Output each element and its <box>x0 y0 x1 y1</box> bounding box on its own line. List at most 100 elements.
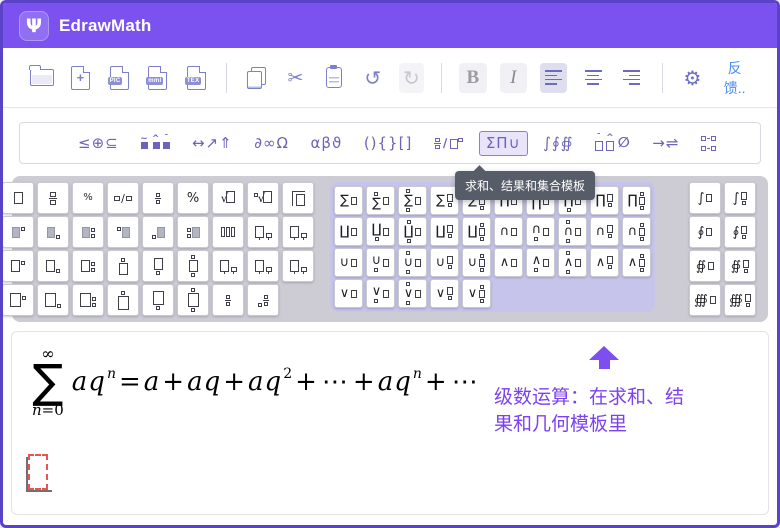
template-coproduct-p[interactable]: ∐ <box>334 217 363 246</box>
template-pct[interactable]: % <box>177 182 209 214</box>
template-union-rs[interactable]: ∪ <box>430 248 459 277</box>
equation-canvas[interactable]: ∞ ∑ n=0 aqn=a+aq+aq2+⋯+aqn+⋯ 级数运算：在求和、结 … <box>11 331 769 515</box>
template-b-supsub[interactable] <box>72 250 104 282</box>
template-logical-or-b[interactable]: ∨ <box>366 279 395 308</box>
template-triple-box[interactable] <box>212 216 244 248</box>
template-product-rss[interactable]: ∏ <box>622 186 651 215</box>
template-uu[interactable] <box>247 250 279 282</box>
template-sqrt[interactable]: √ <box>212 182 244 214</box>
template-uu[interactable] <box>282 250 314 282</box>
category-integral-templates[interactable]: ∫∮∯ <box>537 132 579 155</box>
template-uu[interactable] <box>247 216 279 248</box>
template-logical-and-ab[interactable]: ∧ <box>558 248 587 277</box>
template-g-sup[interactable] <box>2 216 34 248</box>
template-logical-or-rss[interactable]: ∨ <box>462 279 491 308</box>
open-file-button[interactable] <box>29 63 55 93</box>
template-slash-frac[interactable]: ∕ <box>107 182 139 214</box>
export-pic-button[interactable]: PIC <box>106 63 132 93</box>
template-sum-p[interactable]: ∑ <box>334 186 363 215</box>
template-g-presupsub[interactable] <box>177 216 209 248</box>
new-document-button[interactable]: + <box>68 63 94 93</box>
empty-placeholder-cursor[interactable] <box>26 454 48 492</box>
template-logical-or-ab[interactable]: ∨ <box>398 279 427 308</box>
paste-button[interactable] <box>321 63 347 93</box>
template-logical-and-b[interactable]: ∧ <box>526 248 555 277</box>
template-coproduct-rs[interactable]: ∐ <box>430 217 459 246</box>
category-fraction-radical-templates[interactable]: ∕ <box>428 133 469 153</box>
template-L-sub[interactable] <box>37 284 69 316</box>
template-contour-integral-rs[interactable]: ∮ <box>724 216 756 248</box>
template-L-sup[interactable] <box>2 284 34 316</box>
template-intersection-ab[interactable]: ∩ <box>558 217 587 246</box>
category-bar-hat-templates[interactable]: ˉ^∅ <box>589 132 637 155</box>
category-labeled-arrow-templates[interactable]: →⇌ <box>646 132 685 155</box>
template-L-overunder[interactable] <box>177 284 209 316</box>
template-b-overunder[interactable] <box>177 250 209 282</box>
template-surface-integral-rs[interactable]: ∯ <box>724 250 756 282</box>
template-g-presup[interactable] <box>107 216 139 248</box>
template-b-sup[interactable] <box>2 250 34 282</box>
category-accent-symbols[interactable]: ~^ˉ <box>134 133 176 153</box>
template-g-supsub[interactable] <box>72 216 104 248</box>
template-intersection-rs[interactable]: ∩ <box>590 217 619 246</box>
redo-button[interactable]: ↻ <box>399 63 425 93</box>
copy-button[interactable] <box>244 63 270 93</box>
export-tex-button[interactable]: TEX <box>184 63 210 93</box>
template-L-over[interactable] <box>107 284 139 316</box>
template-contour-integral-p[interactable]: ∮ <box>689 216 721 248</box>
template-long-div[interactable] <box>282 182 314 214</box>
template-frac-sm[interactable] <box>142 182 174 214</box>
template-union-p[interactable]: ∪ <box>334 248 363 277</box>
template-box[interactable] <box>2 182 34 214</box>
category-matrix-templates[interactable] <box>695 132 722 155</box>
template-integral-rs[interactable]: ∫ <box>724 182 756 214</box>
category-greek-letters[interactable]: αβϑ <box>305 132 349 155</box>
align-left-button[interactable] <box>540 63 567 93</box>
template-L-under[interactable] <box>142 284 174 316</box>
template-coproduct-ab[interactable]: ∐ <box>398 217 427 246</box>
template-logical-or-rs[interactable]: ∨ <box>430 279 459 308</box>
bold-button[interactable]: B <box>459 63 486 93</box>
cut-button[interactable]: ✂ <box>283 63 309 93</box>
export-mml-button[interactable]: mml <box>145 63 171 93</box>
template-b-over[interactable] <box>107 250 139 282</box>
template-b-sub[interactable] <box>37 250 69 282</box>
align-right-button[interactable] <box>619 63 645 93</box>
italic-button[interactable]: I <box>500 63 527 93</box>
align-center-button[interactable] <box>580 63 606 93</box>
template-frac[interactable] <box>37 182 69 214</box>
template-logical-or-p[interactable]: ∨ <box>334 279 363 308</box>
template-sum-ab[interactable]: ∑ <box>398 186 427 215</box>
template-coproduct-rss[interactable]: ∐ <box>462 217 491 246</box>
template-uu[interactable] <box>282 216 314 248</box>
settings-button[interactable]: ⚙ <box>680 63 706 93</box>
category-sum-product-set-templates[interactable]: ΣΠ∪ <box>479 131 528 156</box>
template-g-sub[interactable] <box>37 216 69 248</box>
template-frac-mini[interactable] <box>212 284 244 316</box>
category-bracket-templates[interactable]: (){}[] <box>358 132 419 155</box>
template-logical-and-rss[interactable]: ∧ <box>622 248 651 277</box>
template-volume-integral-rs[interactable]: ∰ <box>724 284 756 316</box>
template-intersection-b[interactable]: ∩ <box>526 217 555 246</box>
template-union-b[interactable]: ∪ <box>366 248 395 277</box>
category-relation-symbols[interactable]: ≤⊕⊆ <box>72 132 125 155</box>
template-union-rss[interactable]: ∪ <box>462 248 491 277</box>
category-misc-symbols[interactable]: ∂∞Ω <box>248 132 295 155</box>
template-intersection-p[interactable]: ∩ <box>494 217 523 246</box>
template-coproduct-b[interactable]: ∐ <box>366 217 395 246</box>
feedback-link[interactable]: 反馈.. <box>718 58 751 98</box>
template-sum-a[interactable]: ∑ <box>366 186 395 215</box>
template-g-presub[interactable] <box>142 216 174 248</box>
category-arrow-symbols[interactable]: ↔↗⇑ <box>186 132 239 155</box>
undo-button[interactable]: ↺ <box>360 63 386 93</box>
template-volume-integral-p[interactable]: ∰ <box>689 284 721 316</box>
template-pct-sm[interactable]: % <box>72 182 104 214</box>
template-b-under[interactable] <box>142 250 174 282</box>
template-L-supsub[interactable] <box>72 284 104 316</box>
template-frac-mini-side[interactable] <box>247 284 279 316</box>
template-logical-and-rs[interactable]: ∧ <box>590 248 619 277</box>
template-logical-and-p[interactable]: ∧ <box>494 248 523 277</box>
template-uu[interactable] <box>212 250 244 282</box>
template-union-ab[interactable]: ∪ <box>398 248 427 277</box>
template-surface-integral-p[interactable]: ∯ <box>689 250 721 282</box>
